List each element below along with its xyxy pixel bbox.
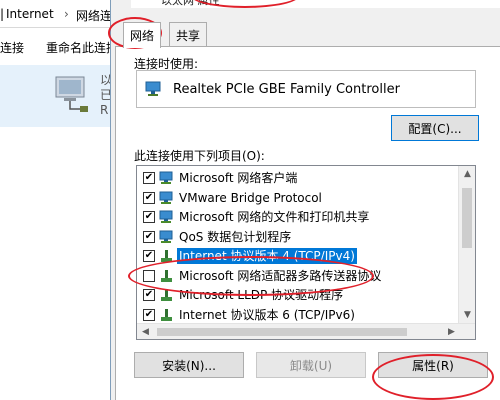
list-item[interactable]: ✔ Microsoft 网络的文件和打印机共享 xyxy=(137,207,459,227)
checkbox-unchecked[interactable] xyxy=(143,269,155,282)
tab-network[interactable]: 网络 xyxy=(123,22,162,48)
scroll-down-icon[interactable]: ▼ xyxy=(459,307,475,324)
list-item[interactable]: ✔ Internet 协议版本 6 (TCP/IPv6) xyxy=(137,305,459,325)
checkbox-checked[interactable]: ✔ xyxy=(143,211,155,223)
list-item-label: VMware Bridge Protocol xyxy=(179,190,322,205)
list-item[interactable]: ✔ Microsoft LLDP 协议驱动程序 xyxy=(137,285,459,305)
breadcrumb-sep: | xyxy=(0,7,5,21)
protocol-icon xyxy=(161,269,172,282)
tab-sharing[interactable]: 共享 xyxy=(169,22,208,46)
list-item-label: Internet 协议版本 6 (TCP/IPv6) xyxy=(179,307,355,322)
list-item-label: Microsoft 网络适配器多路传送器协议 xyxy=(179,268,382,283)
breadcrumb-item-network[interactable]: 网络连 xyxy=(76,7,112,24)
adapter-name: Realtek PCIe GBE Family Controller xyxy=(173,82,400,97)
list-item[interactable]: Microsoft 网络适配器多路传送器协议 xyxy=(137,266,459,286)
properties-button[interactable]: 属性(R) xyxy=(378,352,488,378)
network-connection-icon xyxy=(55,76,88,112)
breadcrumb: | Internet › 网络连 xyxy=(0,0,112,28)
configure-button[interactable]: 配置(C)... xyxy=(391,115,479,141)
connect-toolbar-button[interactable]: 连接 xyxy=(0,39,24,56)
list-item[interactable]: ✔ VMware Bridge Protocol xyxy=(137,188,459,208)
breadcrumb-item-internet[interactable]: Internet xyxy=(6,7,54,21)
checkbox-checked[interactable]: ✔ xyxy=(143,308,155,321)
list-item[interactable]: ✔ Microsoft 网络客户端 xyxy=(137,168,459,188)
explorer-window: | Internet › 网络连 连接 重命名此连接 以 已 R xyxy=(0,0,118,400)
components-list-rows: ✔ Microsoft 网络客户端 ✔ VMware Bridge Protocol ✔… xyxy=(137,166,459,324)
checkbox-checked[interactable]: ✔ xyxy=(143,230,155,243)
list-item-label: Microsoft 网络客户端 xyxy=(179,171,298,185)
explorer-toolbar: 连接 重命名此连接 xyxy=(0,30,118,60)
checkbox-checked[interactable]: ✔ xyxy=(143,172,155,184)
dialog-title-bar: 以太网 属性 xyxy=(131,0,500,8)
scroll-left-icon[interactable]: ◀ xyxy=(137,324,154,339)
checkbox-checked[interactable]: ✔ xyxy=(143,250,155,262)
rename-toolbar-button[interactable]: 重命名此连接 xyxy=(46,39,118,56)
protocol-icon xyxy=(161,289,172,301)
components-list[interactable]: ✔ Microsoft 网络客户端 ✔ VMware Bridge Protocol ✔… xyxy=(136,165,476,340)
connection-tile[interactable]: 以 已 R xyxy=(0,65,112,127)
network-adapter-icon xyxy=(145,81,161,96)
list-item-label: Microsoft LLDP 协议驱动程序 xyxy=(179,288,344,302)
network-client-icon xyxy=(159,191,173,204)
vertical-scrollbar[interactable]: ▲ ▼ xyxy=(458,166,475,324)
horizontal-scrollbar[interactable]: ◀ ▶ xyxy=(137,323,475,339)
network-client-icon xyxy=(159,210,173,223)
scroll-up-icon[interactable]: ▲ xyxy=(459,166,475,183)
adapter-field: Realtek PCIe GBE Family Controller xyxy=(136,70,476,108)
network-client-icon xyxy=(159,171,173,184)
list-item[interactable]: ✔ QoS 数据包计划程序 xyxy=(137,227,459,247)
list-item[interactable]: ✔ Internet 协议版本 4 (TCP/IPv4) xyxy=(137,246,459,266)
items-label: 此连接使用下列项目(O): xyxy=(134,149,265,163)
protocol-icon xyxy=(161,308,172,321)
hscroll-thumb[interactable] xyxy=(157,328,407,336)
checkbox-checked[interactable]: ✔ xyxy=(143,191,155,204)
network-client-icon xyxy=(159,230,173,243)
scroll-thumb[interactable] xyxy=(462,188,472,248)
list-item-label: QoS 数据包计划程序 xyxy=(179,229,292,244)
protocol-icon xyxy=(161,250,172,262)
list-item-label: Internet 协议版本 4 (TCP/IPv4) xyxy=(177,248,357,264)
tab-bar: 网络 共享 xyxy=(115,22,495,48)
scroll-right-icon[interactable]: ▶ xyxy=(443,324,460,339)
network-tab-panel: 连接时使用: Realtek PCIe GBE Family Controlle… xyxy=(115,46,500,400)
install-button[interactable]: 安装(N)... xyxy=(134,352,244,378)
breadcrumb-chevron-icon[interactable]: › xyxy=(64,7,69,21)
checkbox-checked[interactable]: ✔ xyxy=(143,289,155,301)
list-item-label: Microsoft 网络的文件和打印机共享 xyxy=(179,210,370,224)
properties-dialog: 以太网 属性 网络 共享 连接时使用: Realtek PCIe GBE Fam… xyxy=(110,0,500,400)
uninstall-button[interactable]: 卸载(U) xyxy=(256,352,366,378)
dialog-title: 以太网 属性 xyxy=(161,0,220,7)
